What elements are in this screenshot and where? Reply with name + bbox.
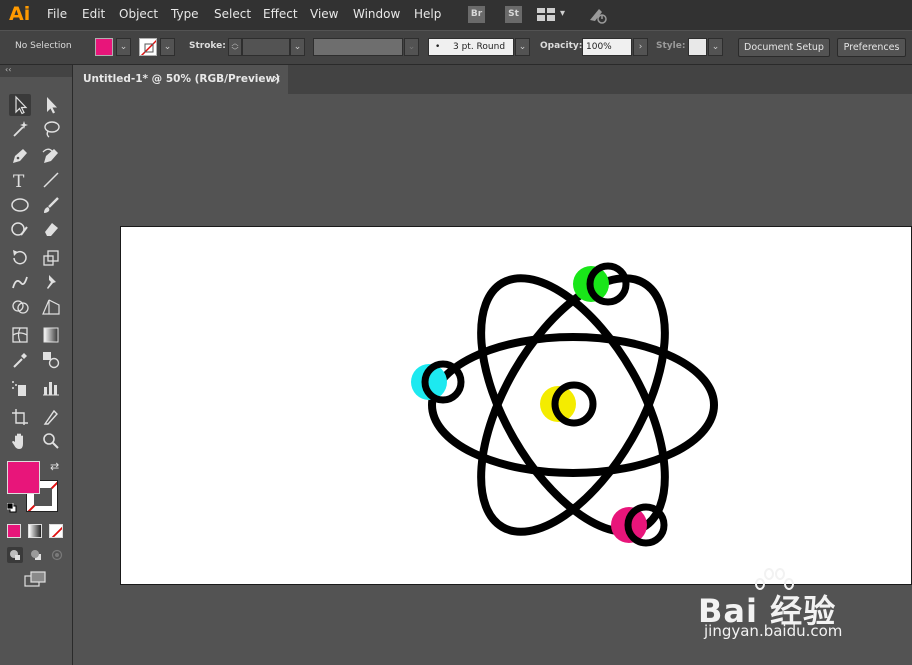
draw-behind-icon[interactable] [28,547,44,563]
workspace-layout-icon[interactable] [537,8,555,21]
brush-label: 3 pt. Round [453,42,506,52]
artboard-tool-icon[interactable] [9,406,31,428]
perspective-grid-tool-icon[interactable] [40,296,62,318]
warp-tool-icon[interactable] [9,271,31,293]
collapse-panel-icon[interactable]: ‹‹ [5,65,11,74]
eraser-tool-icon[interactable] [40,218,62,240]
chevron-down-icon[interactable]: ▾ [560,8,565,19]
style-dropdown[interactable]: ⌄ [708,38,723,56]
none-button[interactable] [49,524,63,538]
watermark-url: jingyan.baidu.com [704,622,843,640]
paintbrush-tool-icon[interactable] [40,194,62,216]
menu-select[interactable]: Select [214,7,251,21]
selection-status: No Selection [15,41,72,51]
graphic-style-swatch[interactable] [688,38,707,56]
menu-file[interactable]: File [47,7,67,21]
profile-dropdown[interactable]: ⌄ [404,38,419,56]
opacity-input[interactable]: 100% [582,38,632,56]
tools-panel: ‹‹ T ⇄ [0,65,73,665]
draw-mode-row [7,547,67,563]
shape-builder-tool-icon[interactable] [9,296,31,318]
artboard[interactable] [120,226,912,585]
mesh-tool-icon[interactable] [9,324,31,346]
zoom-tool-icon[interactable] [40,430,62,452]
stroke-label: Stroke: [189,41,226,51]
stroke-dropdown[interactable]: ⌄ [160,38,175,56]
brush-dropdown[interactable]: ⌄ [515,38,530,56]
tools-panel-header: ‹‹ [0,65,72,77]
slice-tool-icon[interactable] [40,406,62,428]
gpu-performance-icon[interactable] [587,5,609,25]
no-fill-icon [51,526,62,537]
puppet-warp-tool-icon[interactable] [40,271,62,293]
direct-selection-tool-icon[interactable] [40,94,62,116]
fill-color-swatch[interactable] [95,38,113,56]
fill-box[interactable] [7,461,40,494]
document-tab-title: Untitled-1* @ 50% (RGB/Preview) [83,73,281,85]
color-button[interactable] [7,524,21,538]
gradient-tool-icon[interactable] [40,324,62,346]
document-setup-button[interactable]: Document Setup [738,38,830,57]
atom-artwork[interactable] [121,227,912,586]
ellipse-tool-icon[interactable] [9,194,31,216]
fill-dropdown[interactable]: ⌄ [116,38,131,56]
curvature-tool-icon[interactable] [40,145,62,167]
menu-object[interactable]: Object [119,7,158,21]
document-tab-bar: Untitled-1* @ 50% (RGB/Preview) × [73,65,912,94]
default-fill-stroke-icon[interactable] [7,503,17,513]
opacity-label: Opacity: [540,41,583,51]
rotate-tool-icon[interactable] [9,247,31,269]
draw-inside-icon[interactable] [49,547,65,563]
magic-wand-tool-icon[interactable] [9,118,31,140]
selection-tool-icon[interactable] [9,94,31,116]
menu-help[interactable]: Help [414,7,441,21]
swap-fill-stroke-icon[interactable]: ⇄ [50,460,59,473]
brush-dot-icon: • [435,42,441,52]
variable-width-profile[interactable] [313,38,403,56]
scale-tool-icon[interactable] [40,247,62,269]
color-mode-row [7,524,67,540]
menu-type[interactable]: Type [171,7,199,21]
shaper-tool-icon[interactable] [9,218,31,240]
stroke-weight-input[interactable] [242,38,290,56]
symbol-sprayer-tool-icon[interactable] [9,377,31,399]
menu-edit[interactable]: Edit [82,7,105,21]
type-tool-icon[interactable]: T [9,169,31,192]
stroke-color-swatch[interactable] [139,38,157,56]
eyedropper-tool-icon[interactable] [9,349,31,371]
pen-tool-icon[interactable] [9,145,31,167]
brush-definition[interactable]: • 3 pt. Round [428,38,514,56]
control-bar: No Selection ⌄ ⌄ Stroke: ︿ ﹀ ⌄ ⌄ • 3 pt. … [0,31,912,65]
document-tab[interactable]: Untitled-1* @ 50% (RGB/Preview) × [73,65,288,94]
hand-tool-icon[interactable] [9,430,31,452]
svg-text:T: T [13,172,25,191]
bridge-icon[interactable]: Br [468,6,485,23]
menu-effect[interactable]: Effect [263,7,298,21]
preferences-button[interactable]: Preferences [837,38,906,57]
lasso-tool-icon[interactable] [40,118,62,140]
style-label: Style: [656,41,686,51]
close-icon[interactable]: × [272,72,281,85]
blend-tool-icon[interactable] [40,349,62,371]
line-segment-tool-icon[interactable] [40,169,62,191]
draw-normal-icon[interactable] [7,547,23,563]
menu-bar: Ai File Edit Object Type Select Effect V… [0,0,912,30]
stroke-weight-stepper[interactable]: ︿ ﹀ [228,38,242,56]
opacity-arrow[interactable]: › [633,38,648,56]
gradient-button[interactable] [28,524,42,538]
menu-window[interactable]: Window [353,7,400,21]
baidu-watermark: Bai 经验 jingyan.baidu.com [698,566,908,662]
menu-view[interactable]: View [310,7,338,21]
screen-mode-icon[interactable] [24,571,48,589]
column-graph-tool-icon[interactable] [40,377,62,399]
stroke-weight-dropdown[interactable]: ⌄ [290,38,305,56]
fill-stroke-widget: ⇄ [6,460,66,520]
app-logo: Ai [9,3,31,25]
no-stroke-icon [140,39,156,55]
stock-icon[interactable]: St [505,6,522,23]
